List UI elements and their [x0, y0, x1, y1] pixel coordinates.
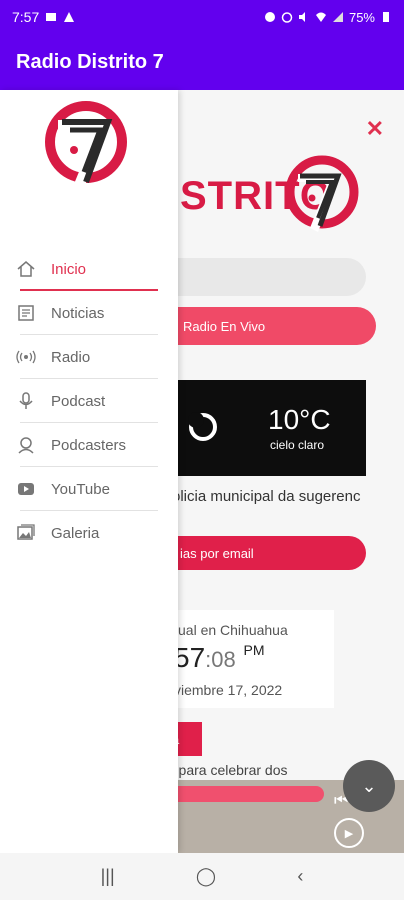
drawer-item-label: YouTube	[51, 480, 110, 498]
mute-icon	[298, 12, 305, 22]
drawer-item-podcast[interactable]: Podcast	[0, 379, 178, 423]
drawer-logo	[45, 101, 127, 188]
status-bar: 7:57 75%	[0, 0, 404, 34]
wifi-icon	[315, 12, 326, 22]
warning-icon	[64, 12, 75, 22]
app-bar: Radio Distrito 7	[0, 34, 404, 90]
drawer-item-podcasters[interactable]: Podcasters	[0, 423, 178, 467]
status-time: 7:57	[12, 9, 40, 25]
battery-percent: 75%	[348, 9, 375, 25]
drawer-item-youtube[interactable]: YouTube	[0, 467, 178, 511]
back-icon[interactable]: ‹	[297, 866, 303, 887]
signal-icon	[332, 12, 343, 22]
drawer-item-label: Inicio	[51, 260, 87, 278]
navigation-drawer: Inicio Noticias Radio Podcast Podcasters…	[0, 90, 178, 853]
drawer-item-label: Podcasters	[51, 436, 127, 454]
drawer-item-galeria[interactable]: Galeria	[0, 511, 178, 555]
microphone-icon	[15, 390, 37, 412]
home-icon	[15, 258, 37, 280]
data-saver-icon	[264, 12, 275, 22]
newspaper-icon	[15, 302, 37, 324]
drawer-item-label: Galeria	[51, 524, 100, 542]
home-nav-icon[interactable]: ◯	[196, 866, 216, 887]
radio-icon	[15, 346, 37, 368]
drawer-item-label: Noticias	[51, 304, 105, 322]
drawer-item-radio[interactable]: Radio	[0, 335, 178, 379]
drawer-item-label: Podcast	[51, 392, 106, 410]
youtube-icon	[15, 478, 37, 500]
recent-apps-icon[interactable]: |||	[101, 866, 115, 887]
drawer-item-noticias[interactable]: Noticias	[0, 291, 178, 335]
gallery-icon	[15, 522, 37, 544]
gallery-notification-icon	[46, 13, 57, 21]
podcaster-icon	[15, 434, 37, 456]
system-nav-bar: ||| ◯ ‹	[0, 853, 404, 900]
drawer-item-label: Radio	[51, 348, 91, 366]
alarm-icon	[281, 12, 293, 23]
drawer-item-inicio[interactable]: Inicio	[0, 247, 178, 291]
battery-icon	[383, 12, 389, 22]
app-title: Radio Distrito 7	[16, 50, 164, 73]
drawer-menu: Inicio Noticias Radio Podcast Podcasters…	[0, 247, 178, 555]
